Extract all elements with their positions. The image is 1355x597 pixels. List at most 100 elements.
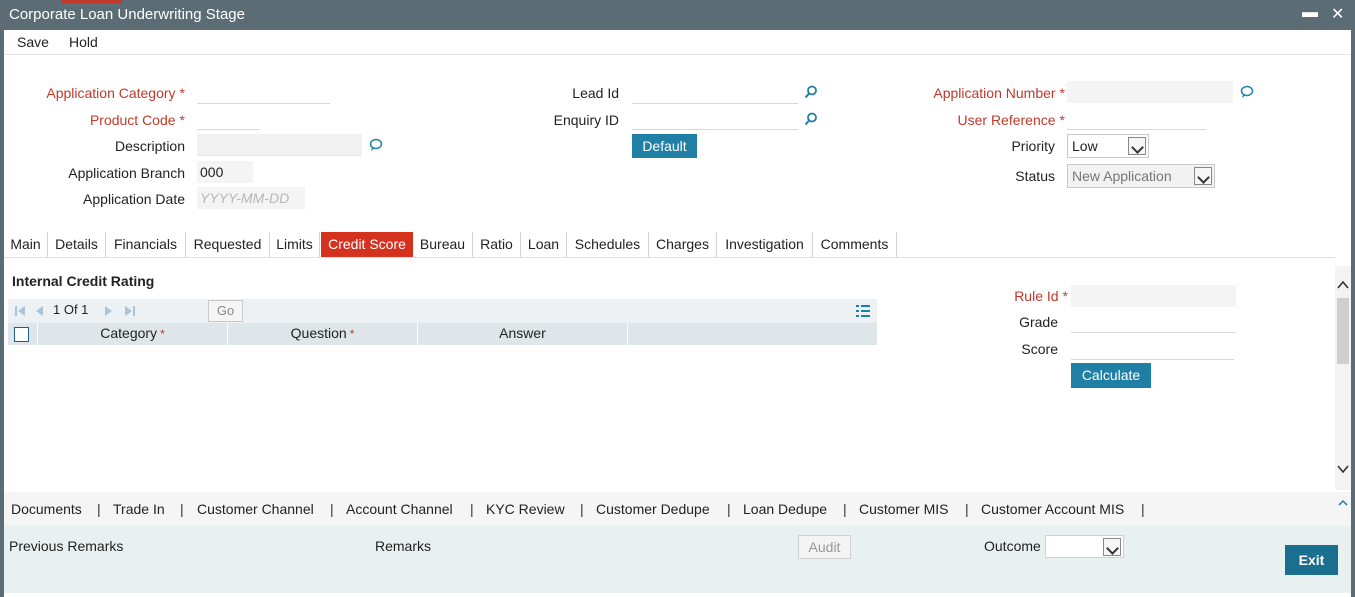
application-category-input[interactable] xyxy=(197,82,330,104)
application-date-input[interactable] xyxy=(197,187,305,209)
footer-separator: | xyxy=(1141,501,1145,517)
user-reference-input[interactable] xyxy=(1067,108,1206,130)
answer-column-header[interactable]: Answer xyxy=(418,323,628,345)
grid-pager: 1 Of 1 Go xyxy=(8,299,877,323)
exit-button[interactable]: Exit xyxy=(1285,545,1338,575)
window-title: Corporate Loan Underwriting Stage xyxy=(9,6,245,23)
window-frame-right xyxy=(1351,30,1355,597)
loan-dedupe-link[interactable]: Loan Dedupe xyxy=(743,501,827,517)
window-title-bar: Corporate Loan Underwriting Stage ▬ ✕ xyxy=(0,0,1355,30)
menu-bar: Save Hold xyxy=(4,30,1351,55)
calculate-button[interactable]: Calculate xyxy=(1071,363,1151,388)
priority-label: Priority xyxy=(1011,138,1055,154)
minimize-icon[interactable]: ▬ xyxy=(1302,4,1318,22)
page-indicator: 1 Of 1 xyxy=(53,302,89,317)
question-column-header[interactable]: Question * xyxy=(228,323,418,345)
score-label: Score xyxy=(1021,341,1058,357)
tab-underline xyxy=(4,257,1335,258)
enquiry-id-search-icon[interactable] xyxy=(804,112,818,126)
status-select[interactable]: New Application xyxy=(1067,164,1215,188)
first-page-icon[interactable] xyxy=(14,305,26,317)
documents-link[interactable]: Documents xyxy=(11,501,82,517)
grade-input[interactable] xyxy=(1071,311,1236,333)
account-channel-link[interactable]: Account Channel xyxy=(346,501,453,517)
footer-separator: | xyxy=(727,501,731,517)
category-column-header[interactable]: Category * xyxy=(38,323,228,345)
application-number-label: Application Number * xyxy=(933,85,1065,101)
scrollbar-thumb[interactable] xyxy=(1337,298,1349,364)
priority-value: Low xyxy=(1072,138,1098,154)
grade-label: Grade xyxy=(1019,314,1058,330)
customer-dedupe-link[interactable]: Customer Dedupe xyxy=(596,501,710,517)
outcome-select[interactable] xyxy=(1045,535,1124,558)
product-code-label: Product Code * xyxy=(89,112,185,128)
user-reference-label: User Reference * xyxy=(957,112,1066,128)
tab-credit-score[interactable]: Credit Score xyxy=(321,232,413,257)
tab-ratio[interactable]: Ratio xyxy=(473,232,521,257)
chevron-down-icon xyxy=(1103,538,1121,556)
rule-id-input[interactable] xyxy=(1071,285,1236,307)
application-category-label: Application Category * xyxy=(46,85,185,101)
chevron-down-icon xyxy=(1194,167,1212,185)
vertical-scrollbar[interactable] xyxy=(1335,266,1351,490)
lead-id-label: Lead Id xyxy=(572,85,619,101)
tab-loan[interactable]: Loan xyxy=(521,232,567,257)
tab-schedules[interactable]: Schedules xyxy=(567,232,649,257)
tab-requested[interactable]: Requested xyxy=(186,232,270,257)
tab-limits[interactable]: Limits xyxy=(270,232,320,257)
default-button[interactable]: Default xyxy=(632,134,697,158)
enquiry-id-label: Enquiry ID xyxy=(553,112,619,128)
lead-id-search-icon[interactable] xyxy=(804,85,818,99)
description-input[interactable] xyxy=(197,134,362,156)
description-label: Description xyxy=(114,138,185,154)
close-icon[interactable]: ✕ xyxy=(1331,4,1344,24)
lead-id-input[interactable] xyxy=(632,82,798,104)
previous-remarks-label: Previous Remarks xyxy=(9,538,124,554)
trade-in-link[interactable]: Trade In xyxy=(113,501,165,517)
customer-account-mis-link[interactable]: Customer Account MIS xyxy=(981,501,1124,517)
column-settings-icon[interactable] xyxy=(856,305,870,317)
footer-links-bar: Documents | Trade In | Customer Channel … xyxy=(4,492,1351,526)
tab-bureau[interactable]: Bureau xyxy=(413,232,473,257)
customer-channel-link[interactable]: Customer Channel xyxy=(197,501,314,517)
collapse-up-icon[interactable] xyxy=(1338,499,1348,507)
scroll-up-icon[interactable] xyxy=(1337,280,1349,290)
remarks-label: Remarks xyxy=(375,538,432,554)
application-branch-input[interactable] xyxy=(197,161,253,183)
footer-separator: | xyxy=(843,501,847,517)
outcome-label: Outcome xyxy=(984,538,1041,554)
last-page-icon[interactable] xyxy=(124,305,136,317)
previous-page-icon[interactable] xyxy=(33,305,45,317)
application-number-lookup-icon[interactable] xyxy=(1240,85,1254,99)
footer-separator: | xyxy=(180,501,184,517)
grid-header: Category * Question * Answer xyxy=(8,323,877,345)
next-page-icon[interactable] xyxy=(103,305,115,317)
footer-separator: | xyxy=(580,501,584,517)
select-all-checkbox[interactable] xyxy=(14,327,29,342)
scroll-down-icon[interactable] xyxy=(1337,464,1349,474)
tab-charges[interactable]: Charges xyxy=(649,232,717,257)
status-label: Status xyxy=(1015,168,1055,184)
hold-menu-item[interactable]: Hold xyxy=(69,34,98,50)
priority-select[interactable]: Low xyxy=(1067,134,1149,158)
audit-bar: Previous Remarks Remarks Audit Outcome E… xyxy=(4,526,1351,593)
description-lookup-icon[interactable] xyxy=(369,138,383,152)
tab-comments[interactable]: Comments xyxy=(813,232,897,257)
tab-investigation[interactable]: Investigation xyxy=(717,232,813,257)
tab-details[interactable]: Details xyxy=(48,232,106,257)
product-code-input[interactable] xyxy=(197,108,260,130)
audit-button[interactable]: Audit xyxy=(798,535,851,559)
kyc-review-link[interactable]: KYC Review xyxy=(486,501,565,517)
status-value: New Application xyxy=(1072,168,1172,184)
tab-financials[interactable]: Financials xyxy=(106,232,186,257)
customer-mis-link[interactable]: Customer MIS xyxy=(859,501,948,517)
go-button[interactable]: Go xyxy=(208,300,243,322)
enquiry-id-input[interactable] xyxy=(632,108,798,130)
footer-separator: | xyxy=(330,501,334,517)
tab-main[interactable]: Main xyxy=(4,232,48,257)
score-input[interactable] xyxy=(1071,338,1234,360)
save-menu-item[interactable]: Save xyxy=(17,34,49,50)
rule-id-label: Rule Id * xyxy=(1014,288,1068,304)
application-date-label: Application Date xyxy=(83,191,185,207)
application-number-input[interactable] xyxy=(1067,81,1233,103)
